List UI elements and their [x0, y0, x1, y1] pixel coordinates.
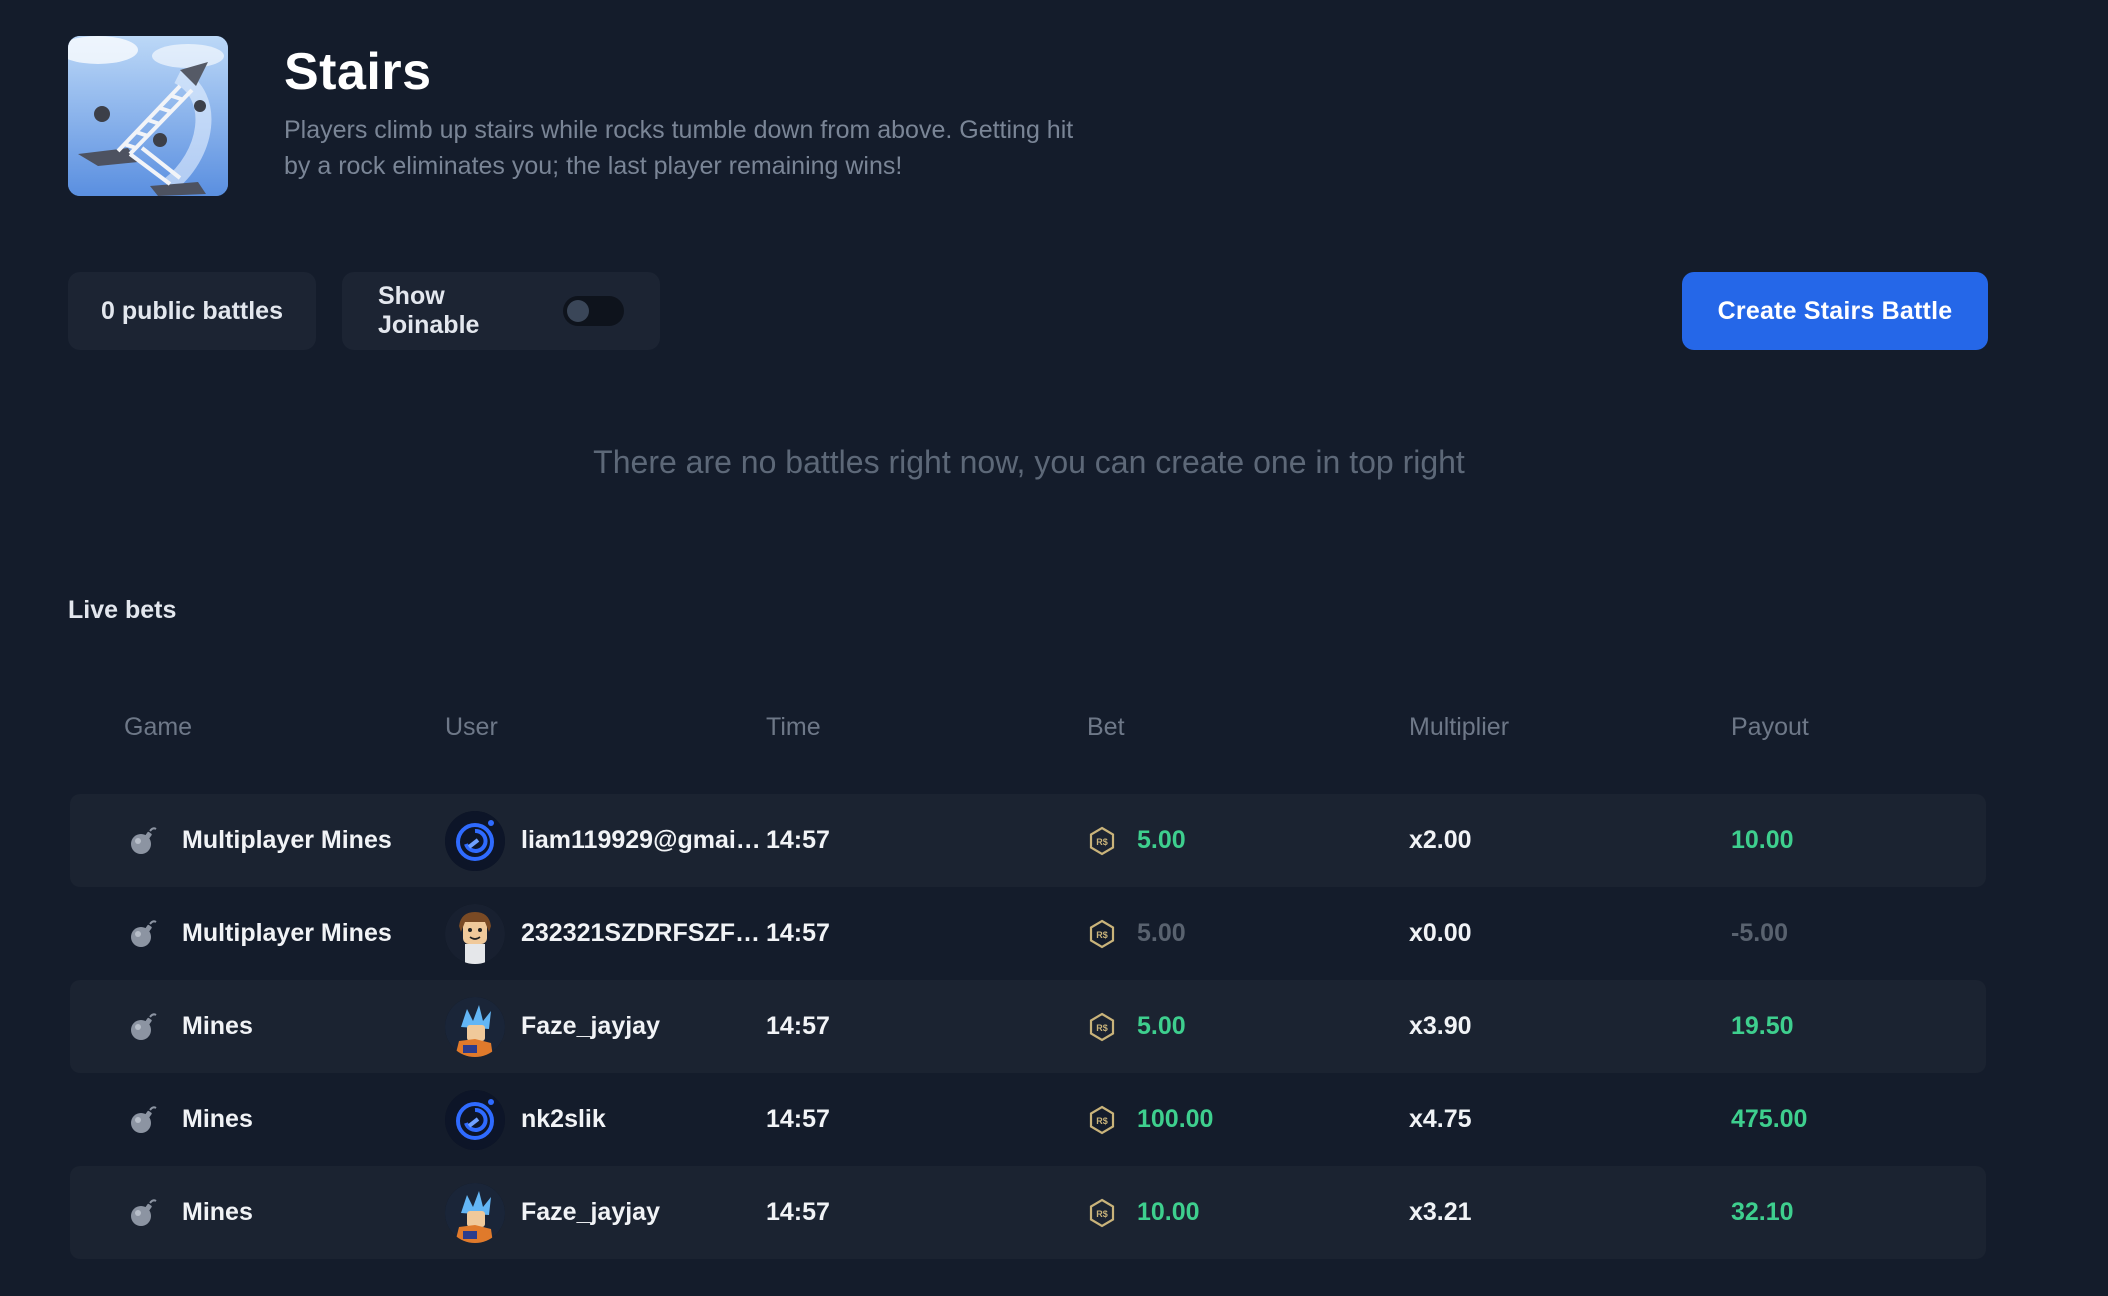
payout-cell: -5.00 — [1731, 919, 1788, 947]
table-body: Multiplayer Mines liam119929@gmail... 14:5… — [70, 794, 1986, 1259]
username[interactable]: 232321SZDRFSZFSZ — [521, 919, 761, 948]
time-cell: 14:57 — [766, 919, 830, 947]
svg-text:R$: R$ — [1096, 1116, 1108, 1126]
bet-amount: 5.00 — [1137, 826, 1186, 854]
game-cell: Multiplayer Mines — [70, 826, 445, 856]
bomb-icon — [131, 1012, 157, 1040]
user-avatar[interactable] — [445, 810, 505, 871]
robux-coin-icon: R$ — [1089, 919, 1115, 948]
multiplier-cell: x3.21 — [1409, 1198, 1472, 1226]
bomb-icon — [131, 826, 157, 854]
game-name: Mines — [182, 1105, 253, 1133]
empty-battles-message: There are no battles right now, you can … — [593, 444, 1465, 480]
user-cell[interactable]: Faze_jayjay — [445, 1182, 766, 1243]
svg-text:R$: R$ — [1096, 837, 1108, 847]
table-row: Mines Faze_jayjay 14:57 R$ 10.00 x3.21 32.10 — [70, 1166, 1986, 1259]
show-joinable-toggle[interactable] — [562, 296, 624, 326]
bet-amount: 5.00 — [1137, 919, 1186, 947]
user-cell[interactable]: 232321SZDRFSZFSZ — [445, 903, 766, 964]
table-header: Game User Time Bet Multiplier Payout — [70, 706, 1986, 748]
payout-cell: 32.10 — [1731, 1198, 1794, 1226]
create-stairs-battle-button[interactable]: Create Stairs Battle — [1682, 272, 1988, 350]
robux-coin-icon: R$ — [1089, 826, 1115, 855]
bet-amount: 10.00 — [1137, 1198, 1200, 1226]
game-name: Multiplayer Mines — [182, 919, 392, 947]
bet-cell: R$ 100.00 — [1087, 1105, 1409, 1135]
game-name: Multiplayer Mines — [182, 826, 392, 854]
public-battles-count: 0 public battles — [68, 272, 316, 350]
bet-cell: R$ 10.00 — [1087, 1198, 1409, 1228]
bet-amount: 100.00 — [1137, 1105, 1214, 1133]
username[interactable]: liam119929@gmail... — [521, 826, 761, 855]
payout-cell: 10.00 — [1731, 826, 1794, 854]
robux-coin-icon: R$ — [1089, 1012, 1115, 1041]
game-name: Mines — [182, 1012, 253, 1040]
bomb-icon — [131, 919, 157, 947]
time-cell: 14:57 — [766, 1012, 830, 1040]
user-cell[interactable]: nk2slik — [445, 1089, 766, 1150]
game-name: Mines — [182, 1198, 253, 1226]
svg-text:R$: R$ — [1096, 1023, 1108, 1033]
toggle-knob — [566, 300, 589, 322]
game-cell: Mines — [70, 1105, 445, 1135]
user-avatar[interactable] — [445, 903, 505, 964]
bomb-icon — [131, 1198, 157, 1226]
column-header-user: User — [445, 712, 498, 741]
game-cell: Multiplayer Mines — [70, 919, 445, 949]
multiplier-cell: x4.75 — [1409, 1105, 1472, 1133]
battle-controls: 0 public battles Show Joinable — [68, 272, 660, 350]
column-header-bet: Bet — [1087, 712, 1125, 741]
robux-coin-icon: R$ — [1089, 1198, 1115, 1227]
live-bets-table: Game User Time Bet Multiplier Payout Mul… — [70, 706, 1986, 1259]
user-avatar[interactable] — [445, 1182, 505, 1243]
live-bets-title: Live bets — [68, 596, 177, 624]
bet-cell: R$ 5.00 — [1087, 1012, 1409, 1042]
table-row: Mines nk2slik 14:57 R$ 100.00 x4.75 475.00 — [70, 1073, 1986, 1166]
user-avatar[interactable] — [445, 996, 505, 1057]
bet-cell: R$ 5.00 — [1087, 826, 1409, 856]
multiplier-cell: x0.00 — [1409, 919, 1472, 947]
bomb-icon — [131, 1105, 157, 1133]
show-joinable-filter[interactable]: Show Joinable — [342, 272, 660, 350]
time-cell: 14:57 — [766, 826, 830, 854]
column-header-multiplier: Multiplier — [1409, 712, 1510, 741]
page-title: Stairs — [284, 43, 432, 101]
column-header-game: Game — [124, 712, 193, 741]
show-joinable-label: Show Joinable — [378, 282, 480, 339]
svg-text:R$: R$ — [1096, 930, 1108, 940]
table-row: Mines Faze_jayjay 14:57 R$ 5.00 x3.90 19.50 — [70, 980, 1986, 1073]
game-header: Stairs Players climb up stairs while roc… — [68, 36, 1104, 196]
table-row: Multiplayer Mines 232321SZDRFSZFSZ 14:57 R$… — [70, 887, 1986, 980]
svg-text:R$: R$ — [1096, 1209, 1108, 1219]
multiplier-cell: x2.00 — [1409, 826, 1472, 854]
table-row: Multiplayer Mines liam119929@gmail... 14:5… — [70, 794, 1986, 887]
username[interactable]: Faze_jayjay — [521, 1012, 660, 1041]
stairs-game-thumbnail — [68, 36, 228, 196]
column-header-time: Time — [766, 712, 821, 741]
game-description: Players climb up stairs while rocks tumb… — [284, 116, 1074, 180]
multiplier-cell: x3.90 — [1409, 1012, 1472, 1040]
robux-coin-icon: R$ — [1089, 1105, 1115, 1134]
game-cell: Mines — [70, 1198, 445, 1228]
column-header-payout: Payout — [1731, 712, 1809, 741]
bet-cell: R$ 5.00 — [1087, 919, 1409, 949]
time-cell: 14:57 — [766, 1198, 830, 1226]
payout-cell: 475.00 — [1731, 1105, 1808, 1133]
username[interactable]: Faze_jayjay — [521, 1198, 660, 1227]
user-cell[interactable]: liam119929@gmail... — [445, 810, 766, 871]
username[interactable]: nk2slik — [521, 1105, 606, 1134]
game-cell: Mines — [70, 1012, 445, 1042]
user-cell[interactable]: Faze_jayjay — [445, 996, 766, 1057]
time-cell: 14:57 — [766, 1105, 830, 1133]
bet-amount: 5.00 — [1137, 1012, 1186, 1040]
user-avatar[interactable] — [445, 1089, 505, 1150]
payout-cell: 19.50 — [1731, 1012, 1794, 1040]
